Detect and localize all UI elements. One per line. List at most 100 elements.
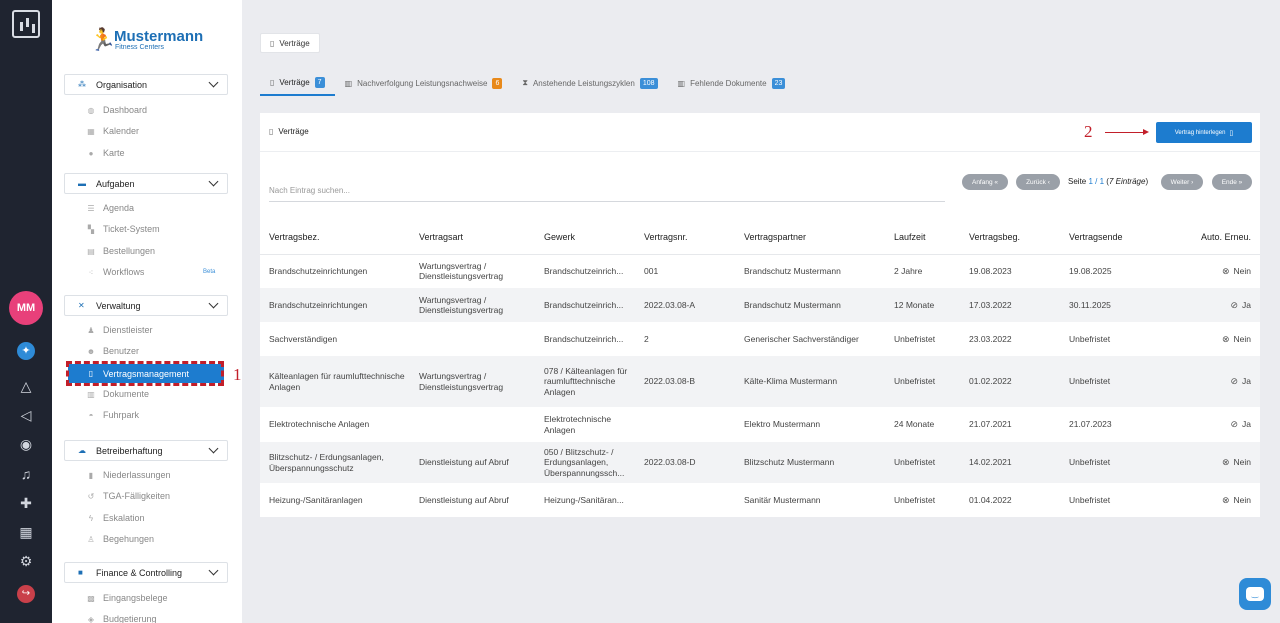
table-row[interactable]: Brandschutzeinrichtungen Wartungsvertrag… [260,288,1260,322]
tab-count-badge: 108 [639,77,658,89]
chevron-down-icon [208,443,219,454]
column-header[interactable]: Vertragsart [410,220,535,255]
section-title: Aufgaben [96,178,135,189]
sidebar-item-benutzer[interactable]: ☻ Benutzer [86,342,238,360]
section-organisation[interactable]: ⁂ Organisation [64,74,228,95]
sidebar-item-agenda[interactable]: ☰ Agenda [86,199,238,217]
bolt-icon: ϟ [88,513,94,523]
section-betreiberhaftung[interactable]: ☁ Betreiberhaftung [64,440,228,461]
sidebar-item-dashboard[interactable]: ◍ Dashboard [86,101,238,119]
x-circle-icon: ⊗ [1221,494,1230,505]
sidebar-item-ticket-system[interactable]: ▚ Ticket-System [86,220,238,238]
sidebar-item-begehungen[interactable]: ♙ Begehungen [86,530,238,548]
table-row[interactable]: Sachverständigen Brandschutzeinrich... 2… [260,322,1260,356]
pagination-info: Seite 1 / 1 (7 Einträge) [1068,177,1149,186]
chat-widget-button[interactable]: ‿ [1239,578,1271,610]
files-icon: ▥ [87,389,95,399]
puzzle-icon[interactable]: ✚ [17,494,35,512]
document-icon: ▯ [1229,129,1234,137]
budget-icon: ◈ [87,614,95,623]
tab-count-badge: 7 [314,76,325,88]
x-circle-icon: ⊗ [1221,457,1230,468]
compass-icon[interactable]: ✦ [17,342,35,360]
calendar-icon: ▦ [87,126,95,136]
tasks-icon: ▬ [78,179,86,188]
column-header[interactable]: Laufzeit [885,220,960,255]
annotation-highlight-box [66,361,224,386]
sidebar-item-bestellungen[interactable]: ▤ Bestellungen [86,242,238,260]
sidebar-item-niederlassungen[interactable]: ▮ Niederlassungen [86,466,238,484]
user-avatar[interactable]: MM [9,291,43,325]
sidebar-item-karte[interactable]: ● Karte [86,144,238,162]
pagination-prev-button[interactable]: Zurück ‹ [1016,174,1060,190]
sidebar-item-workflows[interactable]: ⁖ Workflows Beta [86,263,238,281]
cloud-icon: ☁ [78,446,86,455]
tools-icon: ✕ [78,301,85,310]
tab-fehlende-dokumente[interactable]: ▥ Fehlende Dokumente 23 [668,72,796,94]
org-chart-icon: ⁂ [78,80,86,89]
brand-subtitle: Fitness Centers [115,44,165,51]
check-circle-icon: ⊘ [1230,299,1239,310]
column-header[interactable]: Vertragsbez. [260,220,410,255]
x-circle-icon: ⊗ [1221,333,1230,344]
table-row[interactable]: Heizung-/Sanitäranlagen Dienstleistung a… [260,483,1260,517]
ticket-icon: ▚ [87,224,95,234]
pagination-last-button[interactable]: Ende » [1212,174,1252,190]
column-header[interactable]: Vertragspartner [735,220,885,255]
tab-vertraege[interactable]: ▯ Verträge 7 [260,72,335,96]
pagination-next-button[interactable]: Weiter › [1161,174,1203,190]
column-header[interactable]: Vertragsnr. [635,220,735,255]
logout-icon[interactable]: ↪ [17,585,35,603]
triangle-icon[interactable]: △ [17,377,35,395]
panel-title: ▯ Verträge [269,127,309,136]
tab-nachverfolgung[interactable]: ▥ Nachverfolgung Leistungsnachweise 6 [335,72,513,94]
section-aufgaben[interactable]: ▬ Aufgaben [64,173,228,194]
sidebar-item-eingangsbelege[interactable]: ▩ Eingangsbelege [86,589,238,607]
search-input[interactable] [269,180,945,202]
receipt-icon: ▩ [87,593,95,603]
sidebar-item-budgetierung[interactable]: ◈ Budgetierung [86,610,238,623]
annotation-marker-2: 2 [1084,122,1093,141]
panel-header: ▯ Verträge 2 Vertrag hinterlegen ▯ [260,113,1260,152]
sidebar-item-tga-faelligkeiten[interactable]: ↺ TGA-Fälligkeiten [86,487,238,505]
files-icon: ▥ [677,78,686,88]
hourglass-icon: ⧗ [522,78,528,87]
column-header[interactable]: Vertragsende [1060,220,1160,255]
chevron-down-icon [208,77,219,88]
chevron-down-icon [208,298,219,309]
sidebar-item-eskalation[interactable]: ϟ Eskalation [86,509,238,527]
app-logo-icon[interactable] [12,10,40,38]
pagination-first-button[interactable]: Anfang « [962,174,1008,190]
annotation-marker-1: 1 [233,365,242,384]
sidebar-item-fuhrpark[interactable]: ◓ Fuhrpark [86,406,238,424]
table-row[interactable]: Brandschutzeinrichtungen Wartungsvertrag… [260,254,1260,288]
column-header[interactable]: Vertragsbeg. [960,220,1060,255]
section-finance[interactable]: ■ Finance & Controlling [64,562,228,583]
dashboard-icon: ◍ [87,105,95,115]
gear-icon[interactable]: ⚙ [17,552,35,570]
x-circle-icon: ⊗ [1221,266,1230,276]
sidebar-item-dokumente[interactable]: ▥ Dokumente [86,385,238,403]
table-header-row: Vertragsbez. Vertragsart Gewerk Vertrags… [260,220,1260,255]
tab-count-badge: 23 [771,77,786,89]
table-row[interactable]: Elektrotechnische Anlagen Elektrotechnis… [260,407,1260,442]
table-row[interactable]: Kälteanlagen für raumlufttechnische Anla… [260,356,1260,407]
tab-leistungszyklen[interactable]: ⧗ Anstehende Leistungszyklen 108 [512,72,667,94]
section-verwaltung[interactable]: ✕ Verwaltung [64,295,228,316]
chat-icon: ‿ [1246,587,1264,601]
folder-icon: ■ [78,568,83,577]
table-row[interactable]: Blitzschutz- / Erdungsanlagen, Überspann… [260,442,1260,483]
bell-icon[interactable]: ♫ [17,465,35,483]
sidebar-item-kalender[interactable]: ▦ Kalender [86,122,238,140]
megaphone-icon[interactable]: ◁ [17,406,35,424]
sidebar-item-dienstleister[interactable]: ♟ Dienstleister [86,321,238,339]
column-header[interactable]: Gewerk [535,220,635,255]
eye-icon[interactable]: ◉ [17,435,35,453]
add-contract-button[interactable]: Vertrag hinterlegen ▯ [1156,122,1252,143]
breadcrumb[interactable]: ▯ Verträge [260,33,320,53]
column-header[interactable]: Auto. Erneu. [1160,220,1260,255]
store-icon[interactable]: ▦ [17,523,35,541]
chevron-down-icon [208,176,219,187]
document-icon: ▯ [269,127,274,136]
check-circle-icon: ⊘ [1230,376,1239,387]
